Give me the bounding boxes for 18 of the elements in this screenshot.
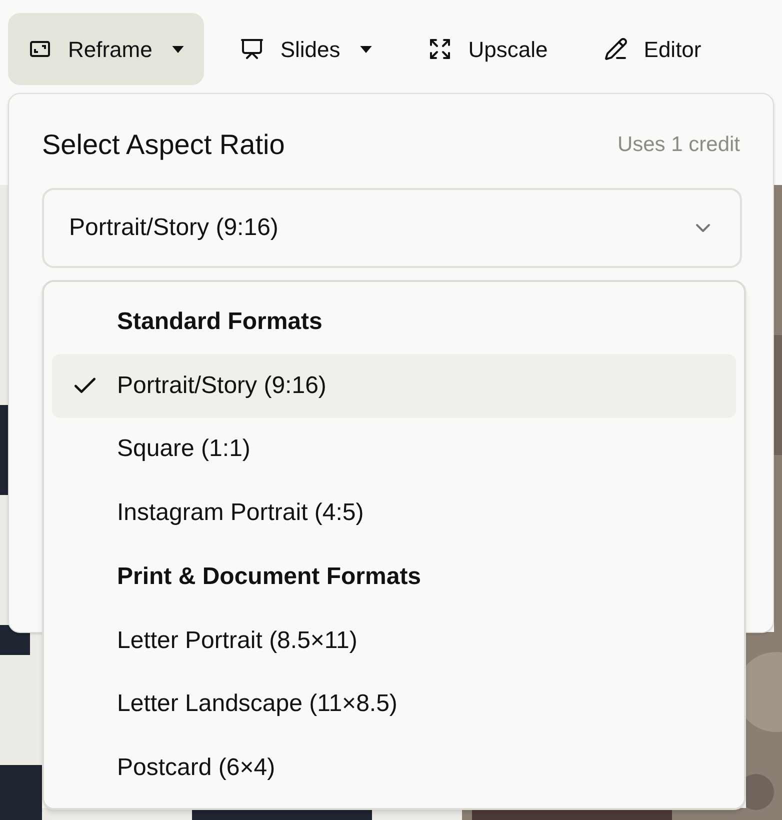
credit-note: Uses 1 credit [617,132,740,158]
aspect-ratio-select[interactable]: Portrait/Story (9:16) [42,188,742,268]
toolbar-button[interactable]: Upscale [408,13,568,85]
menu-option[interactable]: Square (1:1) [52,418,736,482]
group-heading: Print & Document Formats [117,562,422,592]
pencil-icon [604,37,628,61]
toolbar-button[interactable]: Slides [220,13,392,85]
menu-option[interactable]: Instagram Portrait (4:5) [52,481,736,545]
toolbar-button[interactable]: Reframe [8,13,204,85]
group-heading: Standard Formats [117,306,322,337]
menu-option[interactable]: Portrait/Story (9:16) [52,354,736,418]
easel-icon [240,37,264,61]
panel-title: Select Aspect Ratio [42,128,285,162]
menu-option[interactable]: Letter Portrait (8.5×11) [52,608,736,672]
expand-icon [428,37,452,61]
toolbar-button[interactable]: Editor [584,13,722,85]
menu-option[interactable]: Letter Landscape (11×8.5) [52,672,736,736]
menu-option[interactable]: Postcard (6×4) [52,736,736,800]
